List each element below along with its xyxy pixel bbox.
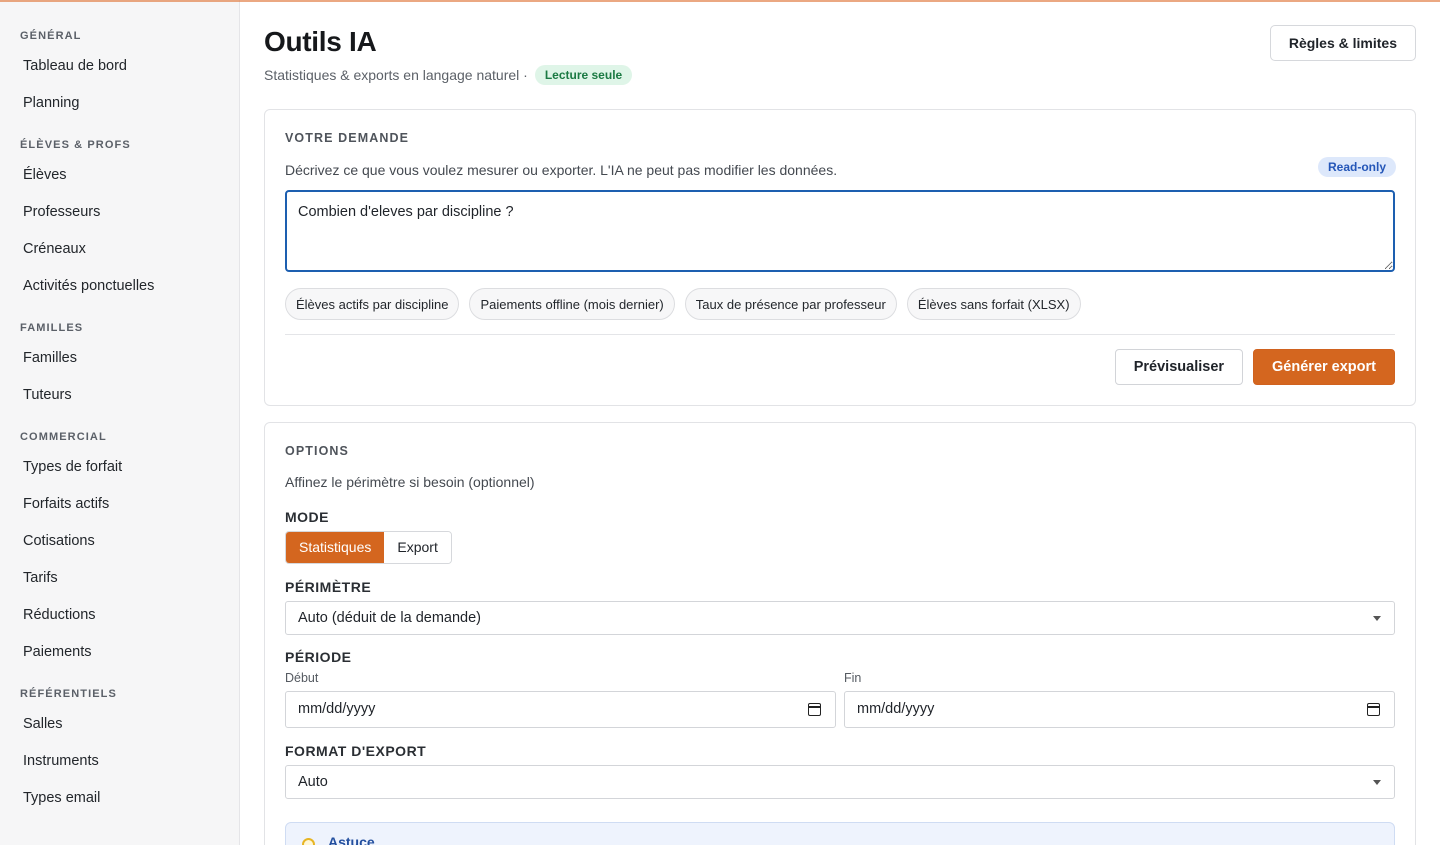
mode-label: MODE [285,509,329,525]
sidebar-section-title: ÉLÈVES & PROFS [20,139,131,151]
sidebar-section-title: RÉFÉRENTIELS [20,688,117,700]
preview-button[interactable]: Prévisualiser [1114,349,1244,385]
sidebar-item-planning[interactable]: Planning [0,90,239,127]
sidebar-item-creneaux[interactable]: Créneaux [0,236,239,273]
sidebar-item-professeurs[interactable]: Professeurs [0,199,239,236]
lightbulb-icon [302,838,315,845]
export-format-value: Auto [298,774,328,790]
request-card-title: VOTRE DEMANDE [285,131,410,145]
suggestion-chip[interactable]: Élèves sans forfait (XLSX) [906,288,1081,320]
suggestion-chip[interactable]: Paiements offline (mois dernier) [469,288,675,320]
scope-select[interactable]: Auto (déduit de la demande) [285,601,1395,635]
suggestion-chip[interactable]: Élèves actifs par discipline [285,288,460,320]
sidebar-section-familles: FAMILLES Familles Tuteurs [0,320,239,419]
sidebar-section-title: FAMILLES [20,322,84,334]
end-date-input[interactable]: mm/dd/yyyy [844,691,1395,728]
read-only-badge: Read-only [1317,157,1396,177]
sidebar-item-paiements[interactable]: Paiements [0,639,239,676]
mode-option-export[interactable]: Export [384,532,451,563]
page-subtitle-text: Statistiques & exports en langage nature… [264,67,528,83]
start-date-value: mm/dd/yyyy [298,701,376,717]
query-input[interactable] [285,190,1395,272]
calendar-icon[interactable] [808,703,821,716]
sidebar-item-forfaits-actifs[interactable]: Forfaits actifs [0,491,239,528]
sidebar: GÉNÉRAL Tableau de bord Planning ÉLÈVES … [0,0,240,845]
start-date-input[interactable]: mm/dd/yyyy [285,691,836,728]
export-format-label: FORMAT D'EXPORT [285,743,427,759]
calendar-icon[interactable] [1367,703,1380,716]
sidebar-item-familles[interactable]: Familles [0,345,239,382]
suggestion-chips: Élèves actifs par discipline Paiements o… [285,288,1081,320]
sidebar-section-title: GÉNÉRAL [20,30,82,42]
sidebar-section-commercial: COMMERCIAL Types de forfait Forfaits act… [0,429,239,676]
sidebar-item-salles[interactable]: Salles [0,711,239,748]
options-card-title: OPTIONS [285,444,349,458]
mode-toggle: Statistiques Export [285,531,452,564]
request-card: VOTRE DEMANDE Décrivez ce que vous voule… [264,109,1416,406]
start-date-label: Début [285,671,319,685]
read-only-badge: Lecture seule [534,65,633,85]
scope-label: PÉRIMÈTRE [285,579,372,595]
page-subtitle: Statistiques & exports en langage nature… [264,65,633,85]
scope-select-value: Auto (déduit de la demande) [298,610,481,626]
generate-export-button[interactable]: Générer export [1253,349,1395,385]
top-accent-bar [0,0,1440,2]
sidebar-item-types-de-forfait[interactable]: Types de forfait [0,454,239,491]
request-actions: Prévisualiser Générer export [1114,349,1395,385]
chevron-down-icon [1373,616,1381,621]
tip-title: Astuce [328,834,375,845]
sidebar-section-title: COMMERCIAL [20,431,107,443]
end-date-label: Fin [844,671,862,685]
sidebar-section-eleves-profs: ÉLÈVES & PROFS Élèves Professeurs Crénea… [0,137,239,310]
sidebar-item-instruments[interactable]: Instruments [0,748,239,785]
sidebar-item-tarifs[interactable]: Tarifs [0,565,239,602]
export-format-select[interactable]: Auto [285,765,1395,799]
sidebar-item-reductions[interactable]: Réductions [0,602,239,639]
options-description: Affinez le périmètre si besoin (optionne… [285,474,535,490]
end-date-value: mm/dd/yyyy [857,701,935,717]
sidebar-section-general: GÉNÉRAL Tableau de bord Planning [0,28,239,127]
tip-box: Astuce [285,822,1395,845]
period-label: PÉRIODE [285,649,352,665]
sidebar-item-types-email[interactable]: Types email [0,785,239,822]
rules-limits-button[interactable]: Règles & limites [1269,25,1416,61]
mode-option-statistiques[interactable]: Statistiques [286,532,385,563]
options-card: OPTIONS Affinez le périmètre si besoin (… [264,422,1416,845]
sidebar-item-eleves[interactable]: Élèves [0,162,239,199]
suggestion-chip[interactable]: Taux de présence par professeur [684,288,897,320]
request-description: Décrivez ce que vous voulez mesurer ou e… [285,162,838,178]
divider [285,334,1395,335]
sidebar-section-referentiels: RÉFÉRENTIELS Salles Instruments Types em… [0,686,239,822]
sidebar-item-tuteurs[interactable]: Tuteurs [0,382,239,419]
page-title: Outils IA [264,26,377,57]
chevron-down-icon [1373,780,1381,785]
sidebar-item-cotisations[interactable]: Cotisations [0,528,239,565]
sidebar-item-tableau-de-bord[interactable]: Tableau de bord [0,53,239,90]
sidebar-item-activites-ponctuelles[interactable]: Activités ponctuelles [0,273,239,310]
